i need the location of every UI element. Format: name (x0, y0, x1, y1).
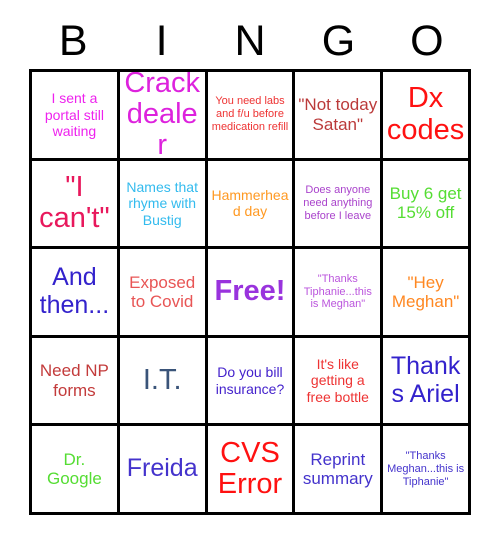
bingo-cell-g4[interactable]: It's like getting a free bottle (295, 337, 384, 427)
bingo-cell-g2[interactable]: Does anyone need anything before I leave (295, 160, 384, 250)
bingo-cell-i3[interactable]: Exposed to Covid (119, 249, 208, 338)
bingo-cell-i2[interactable]: Names that rhyme with Bustig (119, 160, 208, 250)
bingo-cell-label: Dr. Google (46, 449, 102, 489)
bingo-cell-label: Names that rhyme with Bustig (126, 179, 198, 228)
bingo-header-letter-g: G (321, 17, 356, 65)
bingo-cell-i5[interactable]: Freida (119, 426, 208, 515)
bingo-cell-label: Reprint summary (302, 449, 373, 489)
bingo-cell-label: "Thanks Tiphanie...this is Meghan" (303, 272, 372, 311)
bingo-header-letter-b: B (58, 17, 88, 65)
bingo-header-letter-o: O (410, 17, 444, 65)
bingo-cell-label: Buy 6 get 15% off (389, 184, 462, 223)
bingo-header-letter-n: N (234, 17, 266, 65)
bingo-cell-o3[interactable]: "Hey Meghan" (383, 249, 471, 338)
bingo-cell-b1[interactable]: I sent a portal still waiting (32, 72, 120, 161)
bingo-cell-label: Crack dealer (124, 72, 201, 161)
bingo-cell-label: It's like getting a free bottle (306, 356, 369, 405)
bingo-cell-n3[interactable]: Free! (207, 249, 296, 338)
bingo-cell-label: You need labs and f/u before medication … (211, 95, 289, 134)
bingo-cell-o5[interactable]: "Thanks Meghan...this is Tiphanie" (383, 426, 471, 515)
bingo-cell-label: Thanks Ariel (390, 352, 461, 408)
bingo-cell-b2[interactable]: "I can't" (32, 160, 120, 250)
bingo-cell-label: Do you bill insurance? (215, 364, 285, 397)
bingo-cell-label: Hammerhead day (211, 187, 289, 220)
bingo-header-row: BINGO (29, 14, 471, 69)
bingo-cell-g5[interactable]: Reprint summary (295, 426, 384, 515)
bingo-cell-label: "I can't" (39, 171, 110, 235)
bingo-cell-label: Exposed to Covid (129, 272, 196, 311)
bingo-header-letter-i: I (155, 17, 168, 65)
bingo-cell-label: CVS Error (217, 436, 283, 501)
bingo-cell-label: I sent a portal still waiting (44, 90, 104, 139)
bingo-cell-label: Does anyone need anything before I leave (303, 183, 373, 222)
bingo-cell-g1[interactable]: "Not today Satan" (295, 72, 384, 161)
bingo-card: B I N G O I sent a portal still waiting Crack… (0, 0, 501, 544)
bingo-cell-label: Free! (214, 275, 286, 308)
bingo-cell-n1[interactable]: You need labs and f/u before medication … (207, 72, 296, 161)
bingo-cell-label: Freida (126, 454, 198, 483)
bingo-cell-o2[interactable]: Buy 6 get 15% off (383, 160, 471, 250)
bingo-cell-n5[interactable]: CVS Error (207, 426, 296, 515)
bingo-cell-label: Dx codes (386, 82, 465, 146)
bingo-cell-label: And then... (39, 263, 110, 319)
bingo-cell-g3[interactable]: "Thanks Tiphanie...this is Meghan" (295, 249, 384, 338)
bingo-cell-label: I.T. (142, 363, 182, 396)
bingo-cell-b4[interactable]: Need NP forms (32, 337, 120, 427)
bingo-cell-i1[interactable]: Crack dealer (119, 72, 208, 161)
bingo-cell-n4[interactable]: Do you bill insurance? (207, 337, 296, 427)
bingo-cell-b5[interactable]: Dr. Google (32, 426, 120, 515)
bingo-cell-label: "Thanks Meghan...this is Tiphanie" (387, 449, 465, 488)
bingo-cell-o4[interactable]: Thanks Ariel (383, 337, 471, 427)
bingo-cell-label: "Not today Satan" (298, 95, 378, 134)
bingo-cell-label: Need NP forms (39, 361, 109, 400)
bingo-cell-i4[interactable]: I.T. (119, 337, 208, 427)
bingo-cell-label: "Hey Meghan" (391, 272, 460, 311)
bingo-cell-b3[interactable]: And then... (32, 249, 120, 338)
bingo-grid: I sent a portal still waiting Crack deale… (29, 69, 471, 515)
bingo-cell-o1[interactable]: Dx codes (383, 72, 471, 161)
bingo-cell-n2[interactable]: Hammerhead day (207, 160, 296, 250)
